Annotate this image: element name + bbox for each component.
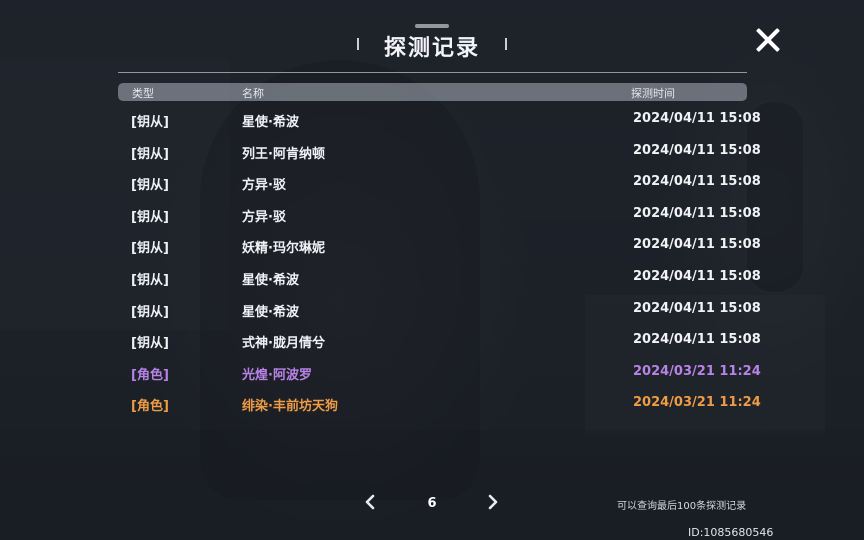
row-type: [钥从] <box>131 146 169 162</box>
row-time: 2024/03/21 11:24 <box>633 363 761 379</box>
row-name: 星使·希波 <box>242 304 299 320</box>
header-divider <box>118 72 747 73</box>
row-type: [钥从] <box>131 241 169 257</box>
row-time: 2024/04/11 15:08 <box>633 332 761 348</box>
row-type: [钥从] <box>131 178 169 194</box>
title-decor-right <box>505 38 507 50</box>
record-list: [钥从] 星使·希波 2024/04/11 15:08 [钥从] 列王·阿肯纳顿… <box>118 103 761 419</box>
row-type: [角色] <box>131 399 169 415</box>
row-type: [钥从] <box>131 304 169 320</box>
header-name: 名称 <box>242 87 264 100</box>
row-name: 方异·驳 <box>242 178 286 194</box>
table-row: [钥从] 列王·阿肯纳顿 2024/04/11 15:08 <box>118 135 761 167</box>
row-name: 列王·阿肯纳顿 <box>242 146 325 162</box>
table-row: [钥从] 方异·驳 2024/04/11 15:08 <box>118 198 761 230</box>
chevron-right-icon[interactable] <box>485 494 501 510</box>
table-row: [钥从] 式神·胧月倩兮 2024/04/11 15:08 <box>118 324 761 356</box>
row-time: 2024/04/11 15:08 <box>633 237 761 253</box>
row-time: 2024/04/11 15:08 <box>633 205 761 221</box>
row-name: 妖精·玛尔琳妮 <box>242 241 325 257</box>
row-time: 2024/04/11 15:08 <box>633 300 761 316</box>
table-row: [钥从] 方异·驳 2024/04/11 15:08 <box>118 166 761 198</box>
row-type: [角色] <box>131 367 169 383</box>
user-id: ID:1085680546 <box>688 526 774 539</box>
header-time: 探测时间 <box>631 87 675 100</box>
table-row: [角色] 光煌·阿波罗 2024/03/21 11:24 <box>118 356 761 388</box>
row-type: [钥从] <box>131 115 169 130</box>
table-row: [钥从] 星使·希波 2024/04/11 15:08 <box>118 293 761 325</box>
row-time: 2024/04/11 15:08 <box>633 268 761 284</box>
row-name: 星使·希波 <box>242 115 299 130</box>
header-type: 类型 <box>132 87 154 100</box>
row-name: 光煌·阿波罗 <box>242 367 312 383</box>
row-name: 式神·胧月倩兮 <box>242 336 325 352</box>
row-type: [钥从] <box>131 272 169 288</box>
row-type: [钥从] <box>131 336 169 352</box>
title-area: 探测记录 <box>320 28 544 64</box>
table-row: [钥从] 星使·希波 2024/04/11 15:08 <box>118 261 761 293</box>
chevron-left-icon[interactable] <box>362 494 378 510</box>
row-time: 2024/04/11 15:08 <box>633 142 761 158</box>
row-name: 方异·驳 <box>242 209 286 225</box>
row-type: [钥从] <box>131 209 169 225</box>
table-row: [钥从] 星使·希波 2024/04/11 15:08 <box>118 103 761 135</box>
query-limit-note: 可以查询最后100条探测记录 <box>617 501 747 512</box>
row-time: 2024/03/21 11:24 <box>633 395 761 411</box>
table-header: 类型 名称 探测时间 <box>118 83 747 101</box>
row-name: 绯染·丰前坊天狗 <box>242 399 338 415</box>
close-icon[interactable] <box>752 24 784 56</box>
table-row: [钥从] 妖精·玛尔琳妮 2024/04/11 15:08 <box>118 229 761 261</box>
row-time: 2024/04/11 15:08 <box>633 174 761 190</box>
page-number: 6 <box>427 496 437 511</box>
row-name: 星使·希波 <box>242 272 299 288</box>
row-time: 2024/04/11 15:08 <box>633 111 761 126</box>
page-title: 探测记录 <box>383 36 480 61</box>
table-row: [角色] 绯染·丰前坊天狗 2024/03/21 11:24 <box>118 387 761 419</box>
